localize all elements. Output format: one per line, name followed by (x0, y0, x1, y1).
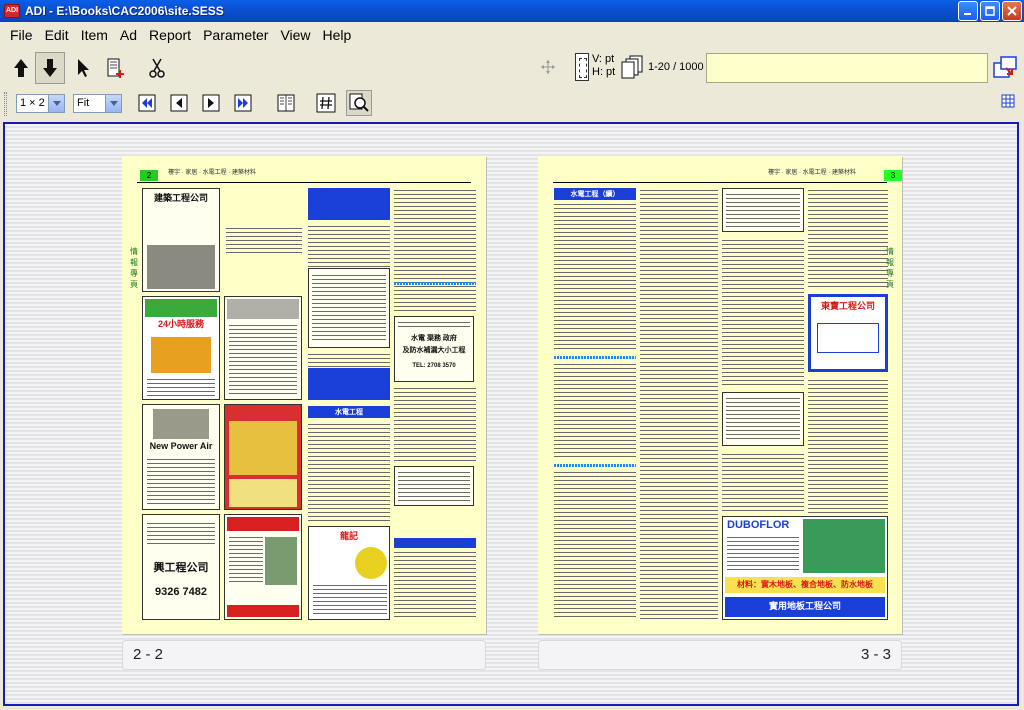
ad-block[interactable] (224, 296, 302, 400)
v-unit-label: V: pt (592, 53, 615, 65)
previous-page-button[interactable] (168, 92, 190, 114)
ruler-icon (575, 53, 589, 81)
two-page-view-button[interactable] (275, 92, 297, 114)
page-preview-left[interactable]: 2 樓宇 · 家居 · 水電工程 · 建築材料 情報專頁 建築工程公司 24小時… (122, 156, 486, 634)
move-cross-icon (541, 60, 555, 74)
ad-block[interactable]: 東寶工程公司 (808, 294, 888, 372)
page-label-left: 2 - 2 (122, 640, 486, 670)
ad-block[interactable] (394, 466, 474, 506)
section-heading (394, 538, 476, 548)
first-page-button[interactable] (136, 92, 158, 114)
grid-icon[interactable] (1001, 94, 1015, 108)
last-page-button[interactable] (232, 92, 254, 114)
ad-block[interactable] (308, 268, 390, 348)
ad-block[interactable]: 建築工程公司 (142, 188, 220, 292)
view-toolbar: 1 × 2 Fit (0, 88, 1024, 120)
app-icon: ADI (4, 4, 20, 18)
ad-block[interactable]: 水電 渠務 政府 及防水補漏大小工程 TEL: 2708 3570 (394, 316, 474, 382)
section-banner (308, 368, 390, 400)
next-page-icon (202, 94, 220, 112)
menu-item[interactable]: Item (75, 24, 114, 46)
menu-report[interactable]: Report (143, 24, 197, 46)
maximize-button[interactable] (980, 1, 1000, 21)
last-page-icon (234, 94, 252, 112)
side-tab: 情報專頁 (130, 247, 138, 289)
ad-block[interactable] (224, 514, 302, 620)
ad-block[interactable]: 龍記 (308, 526, 390, 620)
ad-block[interactable] (224, 404, 302, 510)
menu-parameter[interactable]: Parameter (197, 24, 274, 46)
ad-block[interactable] (722, 188, 804, 232)
previous-page-icon (170, 94, 188, 112)
menu-ad[interactable]: Ad (114, 24, 143, 46)
menu-bar: File Edit Item Ad Report Parameter View … (0, 22, 1024, 48)
page-label-right: 3 - 3 (538, 640, 902, 670)
grid-number-button[interactable] (315, 92, 337, 114)
maximize-icon (985, 6, 995, 16)
title-bar: ADI ADI - E:\Books\CAC2006\site.SESS (0, 0, 1024, 22)
window-title: ADI - E:\Books\CAC2006\site.SESS (25, 4, 224, 18)
menu-view[interactable]: View (274, 24, 316, 46)
cut-button[interactable] (142, 52, 172, 84)
minimize-icon (964, 13, 971, 15)
cursor-icon (78, 59, 89, 77)
section-banner (308, 188, 390, 220)
main-toolbar: V: pt H: pt 1-20 / 1000 (0, 50, 1024, 86)
pointer-tool-button[interactable] (68, 52, 98, 84)
close-icon (1007, 6, 1017, 16)
close-button[interactable] (1002, 1, 1022, 21)
page-header: 樓宇 · 家居 · 水電工程 · 建築材料 (168, 170, 256, 176)
pages-icon (621, 55, 643, 79)
magnifier-icon (349, 93, 369, 112)
ad-block[interactable] (722, 392, 804, 446)
page-number-badge: 3 (884, 170, 902, 181)
add-ad-button[interactable] (100, 52, 130, 84)
page-header: 樓宇 · 家居 · 水電工程 · 建築材料 (768, 170, 856, 176)
ad-block[interactable]: DUBOFLOR 材料：實木地板、複合地板、防水地板 實用地板工程公司 (722, 516, 888, 620)
open-book-icon (277, 94, 295, 112)
next-page-button[interactable] (200, 92, 222, 114)
menu-file[interactable]: File (4, 24, 39, 46)
section-heading: 水電工程（續） (554, 188, 636, 200)
menu-edit[interactable]: Edit (39, 24, 75, 46)
page-workspace[interactable]: 2 樓宇 · 家居 · 水電工程 · 建築材料 情報專頁 建築工程公司 24小時… (3, 122, 1019, 706)
scissors-icon (149, 58, 165, 78)
zoom-select[interactable]: Fit (73, 94, 122, 113)
first-page-icon (138, 94, 156, 112)
add-ad-icon (107, 58, 124, 78)
ad-block[interactable]: 24小時服務 (142, 296, 220, 400)
page-preview-right[interactable]: 3 樓宇 · 家居 · 水電工程 · 建築材料 情報專頁 水電工程（續） 東寶工… (538, 156, 902, 634)
toolbar-grip[interactable] (4, 92, 7, 116)
page-range: 1-20 / 1000 (648, 61, 704, 73)
h-unit-label: H: pt (592, 66, 616, 78)
layout-select[interactable]: 1 × 2 (16, 94, 65, 113)
page-number-badge: 2 (140, 170, 158, 181)
move-up-button[interactable] (6, 52, 36, 84)
chevron-down-icon (105, 95, 121, 112)
arrow-up-icon (14, 59, 28, 77)
menu-help[interactable]: Help (317, 24, 358, 46)
status-field (706, 53, 988, 83)
arrow-down-icon (43, 59, 57, 77)
ad-block[interactable]: 興工程公司 9326 7482 (142, 514, 220, 620)
zoom-page-button[interactable] (346, 90, 372, 116)
window-layout-icon[interactable] (992, 54, 1018, 80)
ad-block[interactable]: New Power Air (142, 404, 220, 510)
chevron-down-icon (48, 95, 64, 112)
minimize-button[interactable] (958, 1, 978, 21)
hash-icon (316, 93, 336, 113)
section-heading: 水電工程 (308, 406, 390, 418)
move-down-button[interactable] (35, 52, 65, 84)
